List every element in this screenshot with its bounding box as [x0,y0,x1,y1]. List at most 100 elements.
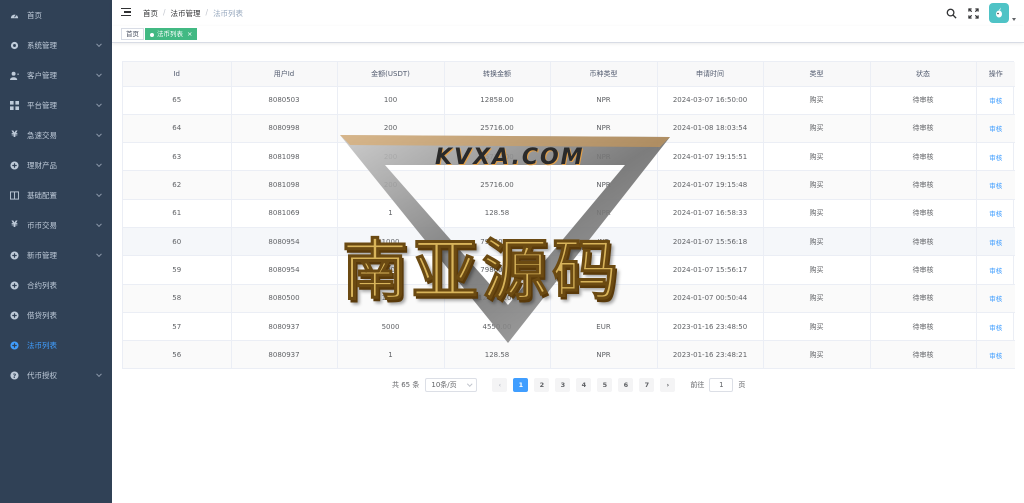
cell-action: 审核 [976,255,1015,285]
review-button[interactable]: 审核 [989,125,1002,133]
cell-id: 58 [123,284,232,313]
page-button[interactable]: 1 [513,378,529,392]
table-row: 60 8080954 1000 79860.00 INR 2024-01-07 15:56… [123,227,1015,257]
cell-converted: 25716.00 [444,170,551,200]
cell-status: 待审核 [870,255,977,285]
cell-converted: 79860.00 [444,227,551,257]
cell-time: 2024-01-07 19:15:51 [657,142,764,172]
cell-currency: EUR [550,312,658,342]
cell-status: 待审核 [870,199,977,228]
cell-currency: NPR [550,86,658,115]
sidebar-item-9[interactable]: 合约列表 [0,270,112,300]
sidebar-item-11[interactable]: 法币列表 [0,330,112,360]
cell-status: 待审核 [870,114,977,144]
cell-id: 62 [123,170,232,200]
cell-action: 审核 [976,114,1015,144]
sidebar-item-6[interactable]: 基础配置 [0,180,112,210]
cell-type: 购买 [763,170,871,200]
column-header: 操作 [976,62,1015,87]
breadcrumb-item-fiat-management[interactable]: 法币管理 [171,8,201,19]
fullscreen-icon[interactable] [962,2,984,24]
cell-action: 审核 [976,170,1015,200]
cell-converted: 25716.00 [444,114,551,144]
cell-currency: NPR [550,284,658,313]
chevron-down-icon [96,371,102,378]
review-button[interactable]: 审核 [989,295,1002,303]
cell-time: 2024-01-07 15:56:18 [657,227,764,257]
review-button[interactable]: 审核 [989,352,1002,360]
review-button[interactable]: 审核 [989,267,1002,275]
page-button[interactable]: 6 [618,378,634,392]
breadcrumb-item-home[interactable]: 首页 [143,8,158,19]
cell-id: 60 [123,227,232,257]
avatar[interactable] [989,3,1009,23]
search-icon[interactable] [940,2,962,24]
table-row: 59 8080954 1000 79860.00 INR 2024-01-07 15:56… [123,255,1015,285]
sidebar-item-label: 理财产品 [27,160,57,170]
sidebar-item-8[interactable]: 新币管理 [0,240,112,270]
goto-suffix: 页 [738,381,746,389]
cell-type: 购买 [763,312,871,342]
cell-converted: 4550.00 [444,312,551,342]
cell-amount: 1 [337,199,445,228]
hamburger-icon[interactable] [121,8,131,16]
cell-amount: 200 [337,142,445,172]
cell-action: 审核 [976,312,1015,342]
next-page-button[interactable]: › [660,378,676,392]
page-button[interactable]: 3 [555,378,571,392]
review-button[interactable]: 审核 [989,324,1002,332]
close-icon[interactable]: × [187,30,192,38]
sidebar-item-4[interactable]: ¥ 急速交易 [0,120,112,150]
table-row: 58 8080500 1000 128581.00 NPR 2024-01-07 00:5… [123,284,1015,313]
sidebar-item-12[interactable]: ? 代币授权 [0,360,112,390]
chevron-down-icon[interactable] [1012,17,1016,21]
sidebar-item-3[interactable]: 平台管理 [0,90,112,120]
chevron-down-icon [96,221,102,228]
sidebar-item-label: 法币列表 [27,340,57,350]
breadcrumb-item-fiat-list: 法币列表 [213,9,244,18]
prev-page-button[interactable]: ‹ [492,378,508,392]
tag-fiat-list[interactable]: 法币列表 × [145,28,198,40]
review-button[interactable]: 审核 [989,182,1002,190]
tag-home[interactable]: 首页 [121,28,144,40]
review-button[interactable]: 审核 [989,210,1002,218]
goto-page-input[interactable]: 1 [709,378,734,392]
cell-user-id: 8080937 [231,312,338,342]
review-button[interactable]: 审核 [989,97,1002,105]
tags-view: 首页 法币列表 × [112,26,1024,43]
sidebar-item-10[interactable]: 借贷列表 [0,300,112,330]
cell-id: 61 [123,199,232,228]
cell-time: 2024-01-07 00:50:44 [657,284,764,313]
cell-type: 购买 [763,255,871,285]
review-button[interactable]: 审核 [989,154,1002,162]
cell-currency: NPR [550,114,658,144]
cell-id: 65 [123,86,232,115]
page-size-value: 10条/页 [431,381,457,389]
cell-user-id: 8081098 [231,142,338,172]
review-button[interactable]: 审核 [989,239,1002,247]
goto-prefix: 前往 [690,381,705,389]
cell-id: 63 [123,142,232,172]
page-button[interactable]: 2 [534,378,550,392]
page-button[interactable]: 5 [597,378,613,392]
cell-status: 待审核 [870,142,977,172]
table-row: 64 8080998 200 25716.00 NPR 2024-01-08 18:03:… [123,114,1015,144]
sidebar-item-1[interactable]: 系统管理 [0,30,112,60]
page-button[interactable]: 7 [639,378,655,392]
plus-circle-icon [10,280,19,290]
cell-amount: 1000 [337,255,445,285]
yen-icon: ¥ [11,219,18,230]
sidebar-item-7[interactable]: ¥ 币币交易 [0,210,112,240]
cell-type: 购买 [763,340,871,370]
page-size-select[interactable]: 10条/页 [425,378,478,392]
sidebar-item-0[interactable]: 首页 [0,0,112,30]
cell-time: 2023-01-16 23:48:50 [657,312,764,342]
chevron-down-icon [96,161,102,168]
sidebar-item-5[interactable]: 理财产品 [0,150,112,180]
page-button[interactable]: 4 [576,378,592,392]
column-header: 状态 [870,62,977,87]
sidebar-item-label: 平台管理 [27,100,57,110]
cell-amount: 1000 [337,227,445,257]
column-header: Id [123,62,232,87]
sidebar-item-2[interactable]: 客户管理 [0,60,112,90]
